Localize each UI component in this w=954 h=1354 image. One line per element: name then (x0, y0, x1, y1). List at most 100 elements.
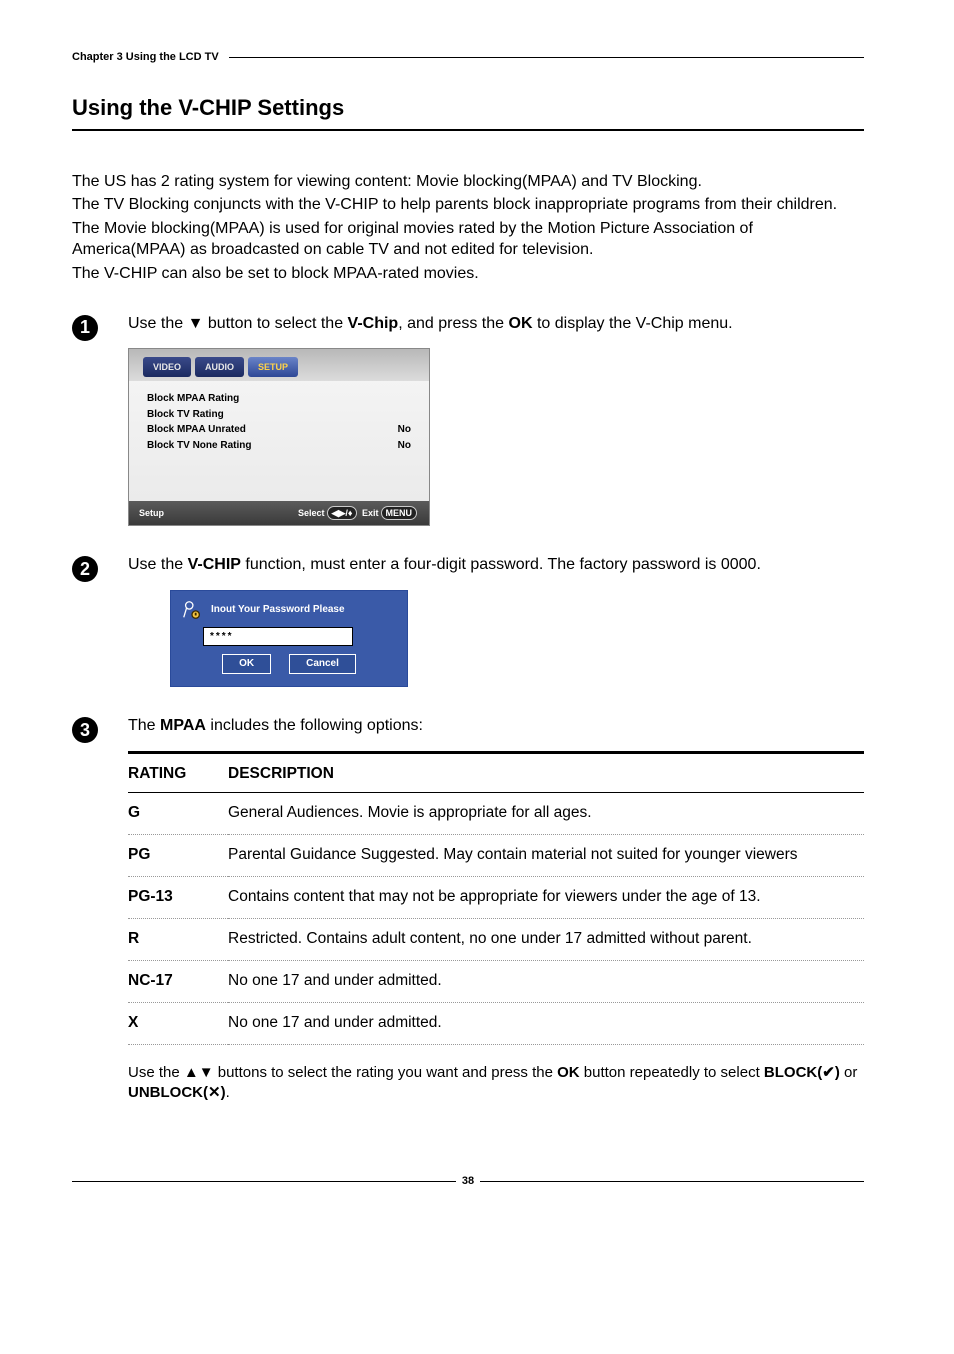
table-head-rating: RATING (128, 760, 228, 793)
step3-post: includes the following options: (206, 717, 423, 734)
osd-row: Block TV Rating (147, 407, 411, 423)
lock-icon (181, 599, 203, 621)
table-row: XNo one 17 and under admitted. (128, 1003, 864, 1045)
intro-p2: The TV Blocking conjuncts with the V-CHI… (72, 194, 864, 216)
osd-row: Block MPAA Unrated No (147, 422, 411, 438)
desc-cell: Contains content that may not be appropr… (228, 877, 864, 919)
password-title: Inout Your Password Please (211, 603, 345, 617)
rating-cell: R (128, 919, 228, 961)
rating-cell: PG (128, 835, 228, 877)
osd-row-value: No (398, 423, 411, 437)
password-ok-button: OK (222, 654, 271, 674)
after-mid: buttons to select the rating you want an… (214, 1064, 558, 1081)
step1-vchip: V-Chip (348, 315, 399, 332)
rating-cell: G (128, 793, 228, 835)
osd-footer-left: Setup (139, 507, 164, 519)
intro-p3: The Movie blocking(MPAA) is used for ori… (72, 218, 864, 261)
check-icon: ✔ (822, 1064, 835, 1081)
step3-text: The MPAA includes the following options: (128, 715, 864, 737)
step1-mid2: , and press the (398, 315, 508, 332)
mpaa-table: RATING DESCRIPTION GGeneral Audiences. M… (128, 760, 864, 1045)
table-row: NC-17No one 17 and under admitted. (128, 961, 864, 1003)
unblock-text: UNBLOCK( (128, 1084, 208, 1101)
step3-mpaa: MPAA (160, 717, 206, 734)
password-field: **** (203, 627, 353, 647)
desc-cell: No one 17 and under admitted. (228, 961, 864, 1003)
step1-mid: button to select the (203, 315, 347, 332)
osd-row-label: Block MPAA Rating (147, 392, 239, 406)
osd-body: Block MPAA Rating Block TV Rating Block … (129, 381, 429, 501)
block-label: BLOCK(✔) (764, 1064, 840, 1081)
password-dialog: Inout Your Password Please **** OK Cance… (170, 590, 408, 687)
password-buttons: OK Cancel (181, 654, 397, 674)
rating-cell: PG-13 (128, 877, 228, 919)
osd-tab-setup: SETUP (248, 357, 298, 377)
step-3: 3 The MPAA includes the following option… (72, 715, 864, 1104)
osd-row-value: No (398, 439, 411, 453)
desc-cell: Parental Guidance Suggested. May contain… (228, 835, 864, 877)
step2-vchip: V-CHIP (188, 556, 241, 573)
table-row: RRestricted. Contains adult content, no … (128, 919, 864, 961)
step2-text: Use the V-CHIP function, must enter a fo… (128, 554, 864, 576)
step-number-1: 1 (72, 315, 98, 341)
step2-pre: Use the (128, 556, 188, 573)
after-pre: Use the (128, 1064, 184, 1081)
osd-footer-exit: Exit (362, 508, 379, 518)
step-2: 2 Use the V-CHIP function, must enter a … (72, 554, 864, 687)
password-cancel-button: Cancel (289, 654, 356, 674)
osd-row-label: Block TV None Rating (147, 439, 251, 453)
step-number-2: 2 (72, 556, 98, 582)
page-footer: 38 (72, 1174, 864, 1189)
after-ok: OK (557, 1064, 580, 1081)
intro-p4: The V-CHIP can also be set to block MPAA… (72, 263, 864, 285)
step1-post: to display the V-Chip menu. (533, 315, 733, 332)
password-header: Inout Your Password Please (181, 599, 397, 621)
step-number-3: 3 (72, 717, 98, 743)
intro-p1: The US has 2 rating system for viewing c… (72, 171, 864, 193)
osd-row-label: Block TV Rating (147, 408, 224, 422)
osd-tabs: VIDEO AUDIO SETUP (129, 349, 429, 381)
unblock-label: UNBLOCK(✕) (128, 1084, 226, 1101)
osd-nav-icon: ◀▶/♦ (327, 506, 358, 520)
block-text: BLOCK( (764, 1064, 822, 1081)
step2-post: function, must enter a four-digit passwo… (241, 556, 761, 573)
section-title: Using the V-CHIP Settings (72, 93, 864, 123)
after-mid2: button repeatedly to select (580, 1064, 764, 1081)
up-down-arrow-icon: ▲▼ (184, 1064, 214, 1081)
title-rule (72, 129, 864, 131)
osd-row: Block MPAA Rating (147, 391, 411, 407)
chapter-rule (229, 57, 864, 58)
osd-row-label: Block MPAA Unrated (147, 423, 246, 437)
x-icon: ✕ (208, 1084, 221, 1101)
osd-footer: Setup Select◀▶/♦ ExitMENU (129, 501, 429, 525)
step-1: 1 Use the ▼ button to select the V-Chip,… (72, 313, 864, 527)
osd-footer-select: Select (298, 508, 325, 518)
after-table-text: Use the ▲▼ buttons to select the rating … (128, 1063, 864, 1104)
desc-cell: No one 17 and under admitted. (228, 1003, 864, 1045)
osd-menu-pill: MENU (381, 506, 418, 520)
after-period: . (226, 1084, 230, 1101)
table-top-rule (128, 751, 864, 754)
step1-pre: Use the (128, 315, 188, 332)
osd-tab-audio: AUDIO (195, 357, 244, 377)
after-or: or (840, 1064, 858, 1081)
table-row: GGeneral Audiences. Movie is appropriate… (128, 793, 864, 835)
rating-cell: X (128, 1003, 228, 1045)
step1-text: Use the ▼ button to select the V-Chip, a… (128, 313, 864, 335)
desc-cell: Restricted. Contains adult content, no o… (228, 919, 864, 961)
chapter-header: Chapter 3 Using the LCD TV (72, 50, 864, 65)
chapter-label: Chapter 3 Using the LCD TV (72, 50, 219, 65)
table-row: PGParental Guidance Suggested. May conta… (128, 835, 864, 877)
osd-row: Block TV None Rating No (147, 438, 411, 454)
osd-footer-right: Select◀▶/♦ ExitMENU (298, 506, 419, 520)
step3-pre: The (128, 717, 160, 734)
down-arrow-icon: ▼ (188, 315, 204, 332)
desc-cell: General Audiences. Movie is appropriate … (228, 793, 864, 835)
mpaa-table-body: GGeneral Audiences. Movie is appropriate… (128, 793, 864, 1045)
osd-tab-video: VIDEO (143, 357, 191, 377)
rating-cell: NC-17 (128, 961, 228, 1003)
intro-block: The US has 2 rating system for viewing c… (72, 171, 864, 285)
step1-ok: OK (509, 315, 533, 332)
table-head-desc: DESCRIPTION (228, 760, 864, 793)
table-row: PG-13Contains content that may not be ap… (128, 877, 864, 919)
